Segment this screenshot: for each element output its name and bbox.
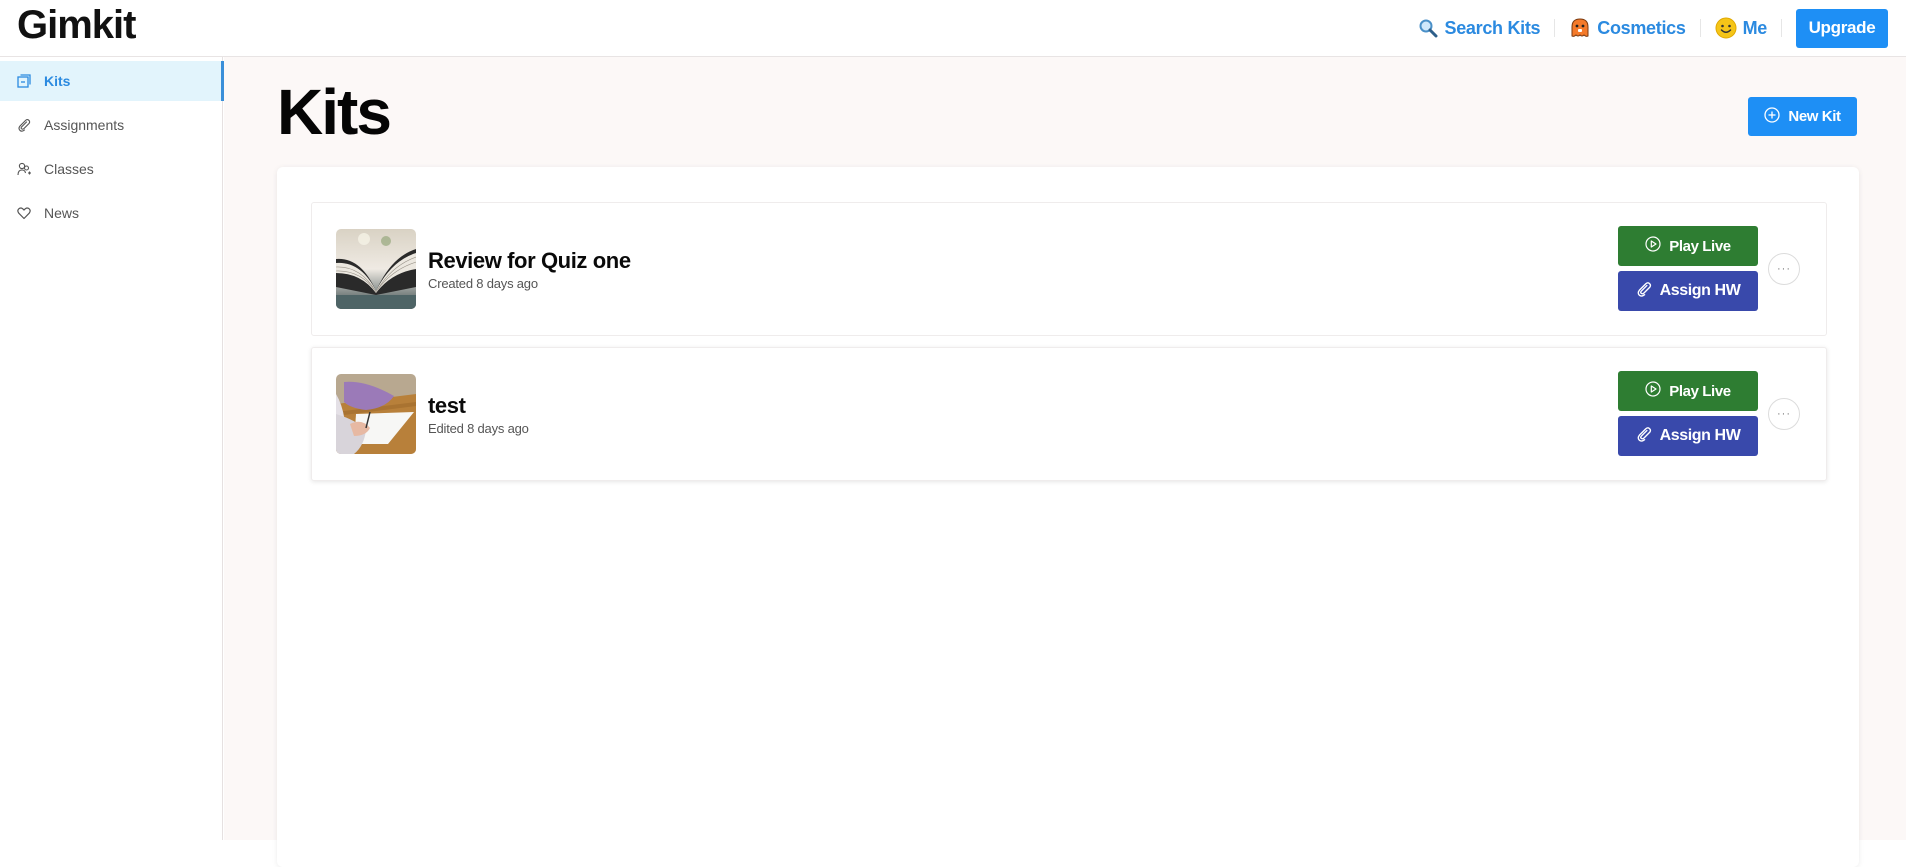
play-live-button[interactable]: Play Live	[1618, 226, 1758, 266]
sidebar-item-label: News	[44, 205, 80, 221]
kits-panel: Review for Quiz one Created 8 days ago P…	[277, 167, 1859, 867]
plus-circle-icon	[1764, 106, 1781, 127]
sidebar-item-assignments[interactable]: Assignments	[0, 105, 222, 145]
header-nav: Search Kits Cosmetics Me Upgrade	[1417, 8, 1888, 48]
smiley-face-icon	[1715, 17, 1737, 39]
play-circle-icon	[1645, 381, 1661, 401]
new-kit-label: New Kit	[1788, 108, 1841, 125]
search-kits-link[interactable]: Search Kits	[1417, 17, 1541, 39]
page-title: Kits	[277, 76, 392, 148]
assign-hw-label: Assign HW	[1659, 282, 1741, 299]
paperclip-icon	[1636, 426, 1652, 447]
sidebar-item-classes[interactable]: Classes	[0, 149, 222, 189]
magnifier-icon	[1417, 17, 1439, 39]
play-circle-icon	[1645, 236, 1661, 256]
sidebar-item-news[interactable]: News	[0, 193, 222, 233]
me-label: Me	[1742, 17, 1768, 38]
paperclip-icon	[1636, 281, 1652, 302]
new-kit-button[interactable]: New Kit	[1748, 97, 1857, 136]
sidebar-item-label: Kits	[44, 73, 71, 89]
play-live-button[interactable]: Play Live	[1618, 371, 1758, 411]
kit-meta: Created 8 days ago	[428, 276, 538, 291]
assign-hw-label: Assign HW	[1659, 427, 1741, 444]
cosmetics-label: Cosmetics	[1597, 17, 1686, 38]
sidebar-item-label: Assignments	[44, 117, 125, 133]
cosmetics-link[interactable]: Cosmetics	[1569, 17, 1686, 39]
student-writing-thumbnail	[336, 374, 416, 454]
main-content: Kits New Kit Review for Quiz one Created…	[224, 57, 1906, 867]
open-book-thumbnail	[336, 229, 416, 309]
sidebar-item-kits[interactable]: Kits	[0, 61, 224, 101]
assign-hw-button[interactable]: Assign HW	[1618, 271, 1758, 311]
paperclip-icon	[17, 118, 31, 132]
gim-character-icon	[1569, 17, 1591, 39]
assign-hw-button[interactable]: Assign HW	[1618, 416, 1758, 456]
nav-divider	[1781, 19, 1782, 37]
sidebar: Kits Assignments Classes News	[0, 57, 224, 840]
gimkit-logo[interactable]: Gimkit	[17, 3, 136, 48]
sidebar-item-label: Classes	[44, 161, 94, 177]
users-icon	[17, 162, 31, 176]
upgrade-button[interactable]: Upgrade	[1796, 8, 1888, 48]
kits-icon	[17, 74, 31, 88]
more-options-button[interactable]: ···	[1768, 253, 1800, 285]
top-header: Gimkit Search Kits Cosmetics Me Upgrade	[0, 0, 1906, 57]
kit-title[interactable]: test	[428, 393, 466, 419]
nav-divider	[1699, 19, 1701, 37]
kit-card[interactable]: Review for Quiz one Created 8 days ago P…	[311, 202, 1827, 336]
search-kits-label: Search Kits	[1444, 17, 1541, 38]
kit-title[interactable]: Review for Quiz one	[428, 248, 631, 274]
heart-icon	[17, 206, 31, 220]
play-live-label: Play Live	[1669, 237, 1731, 255]
play-live-label: Play Live	[1669, 382, 1731, 400]
kit-card[interactable]: test Edited 8 days ago Play Live Assign …	[311, 347, 1827, 481]
nav-divider	[1554, 19, 1556, 37]
kit-meta: Edited 8 days ago	[428, 421, 529, 436]
more-options-button[interactable]: ···	[1768, 398, 1800, 430]
me-link[interactable]: Me	[1715, 17, 1767, 39]
